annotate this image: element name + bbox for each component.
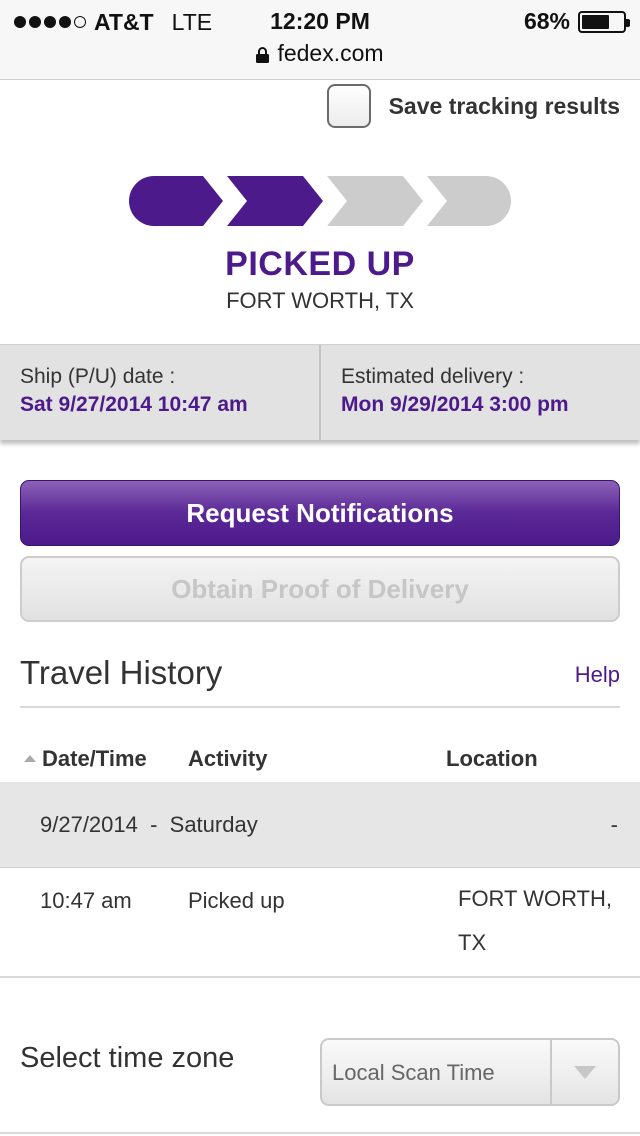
save-tracking-checkbox[interactable] <box>326 84 371 128</box>
signal-strength-icon <box>14 16 86 28</box>
column-header-activity[interactable]: Activity <box>188 746 267 772</box>
sort-ascending-icon[interactable] <box>24 755 36 762</box>
time-zone-dropdown-button[interactable] <box>550 1040 618 1104</box>
delivery-date-value: Mon 9/29/2014 3:00 pm <box>341 393 569 416</box>
day-group-location: - <box>610 812 618 837</box>
travel-history-title: Travel History <box>20 654 223 691</box>
address-bar[interactable]: fedex.com <box>0 40 640 67</box>
shipment-status: PICKED UP <box>225 245 415 283</box>
time-zone-select[interactable]: Local Scan Time <box>320 1038 620 1106</box>
divider <box>0 1132 640 1134</box>
ship-date-block: Ship (P/U) date : Sat 9/27/2014 10:47 am <box>0 345 319 440</box>
save-tracking-label[interactable]: Save tracking results <box>389 93 620 120</box>
column-header-location[interactable]: Location <box>446 746 538 772</box>
event-location: FORT WORTH, TX <box>458 886 612 955</box>
time-zone-label: Select time zone <box>20 1042 235 1074</box>
chevron-down-icon <box>574 1066 596 1079</box>
progress-step-4 <box>427 176 511 226</box>
lock-icon <box>256 46 270 63</box>
ship-date-value: Sat 9/27/2014 10:47 am <box>20 393 248 416</box>
progress-step-2 <box>227 176 323 226</box>
carrier-info: AT&T LTE <box>14 8 212 36</box>
carrier-name: AT&T <box>94 8 154 35</box>
battery-icon <box>578 10 630 33</box>
help-link[interactable]: Help <box>575 662 620 688</box>
shipment-dates: Ship (P/U) date : Sat 9/27/2014 10:47 am… <box>0 344 640 440</box>
event-time: 10:47 am <box>40 888 132 913</box>
delivery-date-block: Estimated delivery : Mon 9/29/2014 3:00 … <box>319 345 640 440</box>
time-zone-selected-value: Local Scan Time <box>332 1060 495 1085</box>
delivery-date-label: Estimated delivery : <box>341 365 525 388</box>
progress-step-3 <box>327 176 423 226</box>
status-bar: AT&T LTE 12:20 PM 68% fedex.com <box>0 0 640 80</box>
travel-history-header: Travel History Help <box>20 650 620 708</box>
shipment-location: FORT WORTH, TX <box>226 288 414 313</box>
progress-step-1 <box>129 176 223 226</box>
table-row: 10:47 am Picked up FORT WORTH, TX <box>0 868 640 978</box>
network-type: LTE <box>171 8 213 35</box>
obtain-proof-of-delivery-button[interactable]: Obtain Proof of Delivery <box>20 556 620 622</box>
event-activity: Picked up <box>188 888 285 913</box>
shipment-progress-bar <box>129 176 511 226</box>
day-group-date: 9/27/2014 - Saturday <box>40 812 258 837</box>
battery-status: 68% <box>523 8 630 35</box>
day-group-row: 9/27/2014 - Saturday - <box>0 782 640 868</box>
column-header-datetime[interactable]: Date/Time <box>42 746 147 772</box>
battery-percent: 68% <box>523 8 570 34</box>
request-notifications-button[interactable]: Request Notifications <box>20 480 620 546</box>
save-tracking-option[interactable]: Save tracking results <box>326 84 620 128</box>
ship-date-label: Ship (P/U) date : <box>20 365 176 388</box>
url-text: fedex.com <box>277 40 384 66</box>
